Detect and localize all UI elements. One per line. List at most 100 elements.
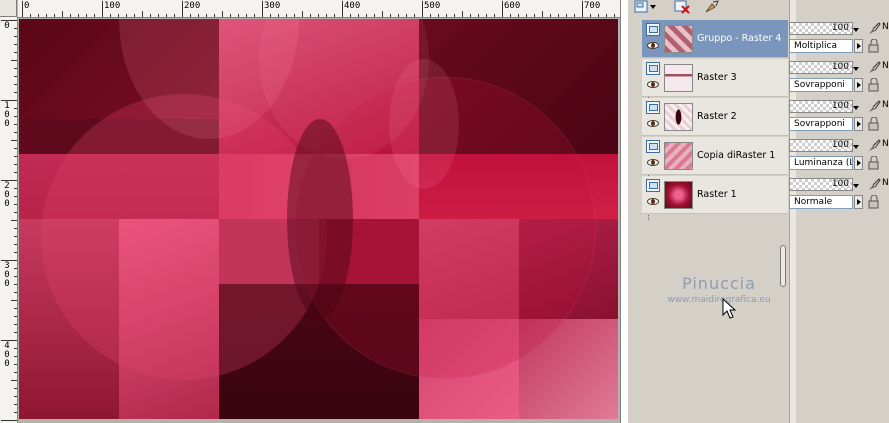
layer-type-icon xyxy=(646,140,660,153)
ruler-label: 200 xyxy=(184,1,201,11)
eye-icon[interactable] xyxy=(647,159,659,166)
brush-icon[interactable] xyxy=(867,21,881,36)
opacity-field[interactable]: 100 xyxy=(789,22,853,35)
ruler-tick xyxy=(574,14,575,17)
opacity-dropdown-icon[interactable] xyxy=(853,67,859,71)
ruler-tick xyxy=(278,14,279,17)
ruler-tick xyxy=(30,14,31,17)
eye-icon[interactable] xyxy=(647,120,659,127)
ruler-tick xyxy=(78,14,79,17)
ruler-tick xyxy=(542,11,543,17)
ruler-tick xyxy=(390,14,391,17)
ruler-tick xyxy=(14,276,17,277)
lock-icon[interactable] xyxy=(867,194,881,209)
delete-layer-icon[interactable] xyxy=(674,0,692,14)
ruler-tick xyxy=(374,14,375,17)
blend-mode-select[interactable]: Normale xyxy=(789,195,853,209)
blend-mode-select[interactable]: Sovrapponi xyxy=(789,117,853,131)
opacity-field[interactable]: 100 xyxy=(789,100,853,113)
ruler-tick xyxy=(614,14,615,17)
ruler-tick xyxy=(14,228,17,229)
brush-icon[interactable] xyxy=(867,177,881,192)
ruler-tick xyxy=(11,140,17,141)
ruler-tick xyxy=(14,212,17,213)
ruler-tick xyxy=(606,14,607,17)
ruler-tick xyxy=(14,356,17,357)
layer-row-copia-diraster-1[interactable]: Copia diRaster 1 xyxy=(642,137,788,175)
ruler-tick xyxy=(14,28,17,29)
ruler-tick xyxy=(14,68,17,69)
opacity-dropdown-icon[interactable] xyxy=(853,184,859,188)
ruler-tick xyxy=(14,188,17,189)
eye-icon[interactable] xyxy=(647,42,659,49)
layer-name: Raster 3 xyxy=(697,72,737,83)
brush-icon[interactable] xyxy=(867,138,881,153)
eye-icon[interactable] xyxy=(647,198,659,205)
ruler-tick xyxy=(14,108,17,109)
ruler-tick xyxy=(14,324,17,325)
lock-icon[interactable] xyxy=(867,116,881,131)
image-canvas[interactable] xyxy=(19,19,618,419)
brush-icon[interactable] xyxy=(867,60,881,75)
blend-mode-arrow-icon[interactable] xyxy=(854,39,863,53)
ruler-tick xyxy=(358,14,359,17)
new-layer-icon[interactable] xyxy=(634,0,658,14)
blend-mode-select[interactable]: Luminanza (L) xyxy=(789,156,853,170)
ruler-tick xyxy=(14,148,17,149)
ruler-tick xyxy=(214,14,215,17)
opacity-field[interactable]: 100 xyxy=(789,61,853,74)
opacity-field[interactable]: 100 xyxy=(789,139,853,152)
layer-type-icon xyxy=(646,62,660,75)
layer-style-icon[interactable] xyxy=(704,0,720,14)
ruler-tick xyxy=(342,1,343,17)
ruler-tick xyxy=(14,292,17,293)
blend-mode-select[interactable]: Moltiplica xyxy=(789,39,853,53)
horizontal-ruler: 0 100 200 300 400 500 600 700 xyxy=(18,0,622,18)
layer-thumbnail xyxy=(664,103,693,131)
ruler-tick xyxy=(158,14,159,17)
blend-mode-select[interactable]: Sovrapponi xyxy=(789,78,853,92)
blend-mode-arrow-icon[interactable] xyxy=(854,78,863,92)
ruler-tick xyxy=(502,1,503,17)
layer-row-gruppo-raster-4[interactable]: Gruppo - Raster 4 xyxy=(642,20,788,58)
ruler-tick xyxy=(454,14,455,17)
lock-icon[interactable] xyxy=(867,77,881,92)
opacity-dropdown-icon[interactable] xyxy=(853,145,859,149)
ruler-tick xyxy=(134,14,135,17)
canvas-area[interactable]: 0 100 200 300 400 500 600 700 0 100 200 300 400 xyxy=(0,0,628,423)
ruler-tick xyxy=(526,14,527,17)
layers-toolbar xyxy=(628,0,889,17)
brush-icon[interactable] xyxy=(867,99,881,114)
layer-row-raster-3[interactable]: Raster 3 xyxy=(642,59,788,97)
ruler-tick xyxy=(14,244,17,245)
opacity-field[interactable]: 100 xyxy=(789,178,853,191)
ruler-tick xyxy=(14,196,17,197)
eye-icon[interactable] xyxy=(647,81,659,88)
ruler-tick xyxy=(238,14,239,17)
ruler-tick xyxy=(414,14,415,17)
ruler-tick xyxy=(14,412,17,413)
ruler-tick xyxy=(11,60,17,61)
ruler-tick xyxy=(446,14,447,17)
blend-mode-arrow-icon[interactable] xyxy=(854,195,863,209)
opacity-dropdown-icon[interactable] xyxy=(853,106,859,110)
lock-icon[interactable] xyxy=(867,38,881,53)
blend-mode-arrow-icon[interactable] xyxy=(854,156,863,170)
blend-mode-arrow-icon[interactable] xyxy=(854,117,863,131)
ruler-tick xyxy=(206,14,207,17)
layer-row-raster-1[interactable]: Raster 1 xyxy=(642,176,788,214)
ruler-tick xyxy=(534,14,535,17)
ruler-tick xyxy=(254,14,255,17)
opacity-dropdown-icon[interactable] xyxy=(853,28,859,32)
canvas-frame xyxy=(620,0,628,423)
ruler-tick xyxy=(318,14,319,17)
ruler-tick xyxy=(126,14,127,17)
ruler-label: 300 xyxy=(4,261,10,289)
ruler-tick xyxy=(14,52,17,53)
lock-icon[interactable] xyxy=(867,155,881,170)
ruler-tick xyxy=(566,14,567,17)
layer-row-raster-2[interactable]: Raster 2 xyxy=(642,98,788,136)
ruler-tick xyxy=(582,1,583,17)
ruler-tick xyxy=(94,14,95,17)
ruler-label: 600 xyxy=(504,1,521,11)
